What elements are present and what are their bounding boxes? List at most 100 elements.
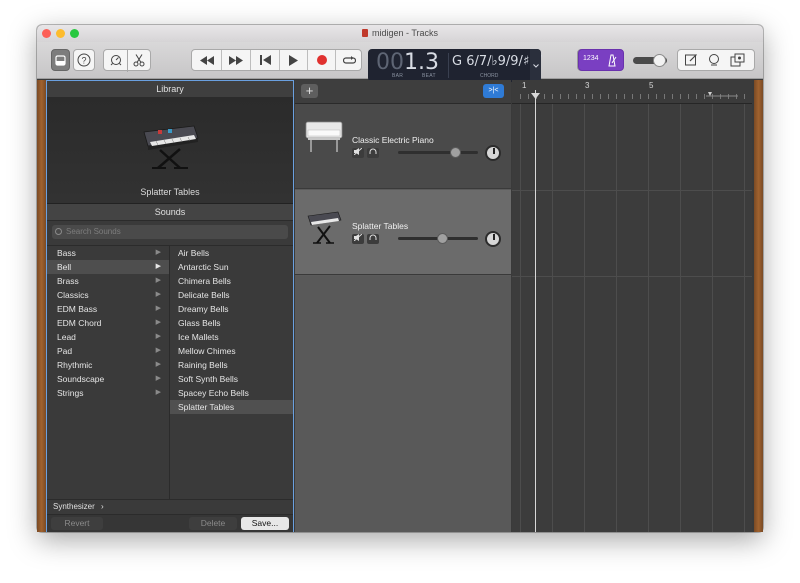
solo-button[interactable] <box>367 148 379 158</box>
chevron-right-icon: › <box>101 502 104 511</box>
editors-button[interactable] <box>132 53 146 70</box>
revert-button[interactable]: Revert <box>51 517 103 530</box>
ruler-tick <box>560 94 561 99</box>
cycle-button[interactable] <box>335 50 362 70</box>
rewind-button[interactable] <box>192 50 221 70</box>
master-volume-slider[interactable] <box>633 54 667 67</box>
library-button[interactable] <box>51 49 70 71</box>
volume-slider-knob[interactable] <box>450 147 462 158</box>
track-header-selected[interactable]: Splatter Tables <box>295 190 511 275</box>
chevron-right-icon: ▶ <box>155 249 161 256</box>
patch-item[interactable]: Splatter Tables <box>170 400 293 414</box>
go-to-beginning-button[interactable] <box>250 50 279 70</box>
category-label: Soundscape <box>57 374 105 384</box>
patch-item[interactable]: Mellow Chimes <box>170 344 293 358</box>
chevron-right-icon: ▶ <box>155 291 161 298</box>
lcd-bar-beat: 1.3 <box>404 50 439 75</box>
track-header[interactable]: Classic Electric Piano <box>295 104 511 189</box>
master-volume-knob[interactable] <box>653 54 666 67</box>
synthesizer-link[interactable]: Synthesizer › <box>47 499 293 513</box>
sound-category-item[interactable]: Rhythmic ▶ <box>47 358 169 372</box>
volume-slider-knob[interactable] <box>436 233 448 244</box>
sound-category-item[interactable]: Classics ▶ <box>47 288 169 302</box>
sound-category-item[interactable]: Bass ▶ <box>47 246 169 260</box>
patch-item[interactable]: Antarctic Sun <box>170 260 293 274</box>
category-label: EDM Bass <box>57 304 98 314</box>
search-sounds-input[interactable]: Search Sounds <box>52 225 288 239</box>
record-button[interactable] <box>307 50 335 70</box>
bar-number: 1 <box>522 81 527 90</box>
fast-forward-icon <box>229 55 243 65</box>
patch-item[interactable]: Chimera Bells <box>170 274 293 288</box>
sound-category-item[interactable]: EDM Bass ▶ <box>47 302 169 316</box>
delete-button[interactable]: Delete <box>189 517 237 530</box>
sound-category-item[interactable]: Strings ▶ <box>47 386 169 400</box>
ruler-tick <box>544 94 545 99</box>
lcd-bar-padding: 00 <box>376 50 404 75</box>
media-browser-button[interactable] <box>730 53 745 70</box>
category-label: Brass <box>57 276 79 286</box>
help-button[interactable]: ? <box>73 49 95 71</box>
play-button[interactable] <box>279 50 307 70</box>
sound-category-item[interactable]: Brass ▶ <box>47 274 169 288</box>
fast-forward-button[interactable] <box>221 50 250 70</box>
playhead[interactable] <box>535 90 536 532</box>
track-pan-knob[interactable] <box>485 231 501 247</box>
ruler-tick <box>656 94 657 99</box>
note-pad-button[interactable] <box>684 53 698 70</box>
lcd-display[interactable]: 001.3 BAR BEAT G 6/7/♭9/9/♯9/ CHORD <box>368 49 542 82</box>
close-window-button[interactable] <box>42 29 51 38</box>
track-pan-knob[interactable] <box>485 145 501 161</box>
mute-button[interactable] <box>352 147 364 158</box>
sound-category-item[interactable]: Lead ▶ <box>47 330 169 344</box>
patch-item[interactable]: Spacey Echo Bells <box>170 386 293 400</box>
lcd-beat-label: BEAT <box>422 73 436 79</box>
grid-line <box>616 104 617 532</box>
ruler-tick <box>632 94 633 99</box>
sounds-header: Sounds <box>47 204 293 221</box>
patch-item[interactable]: Glass Bells <box>170 316 293 330</box>
catch-playhead-button[interactable]: >|< <box>483 84 504 98</box>
patch-item[interactable]: Dreamy Bells <box>170 302 293 316</box>
patch-item[interactable]: Raining Bells <box>170 358 293 372</box>
window-title: midigen - Tracks <box>371 28 439 38</box>
sound-category-item[interactable]: Bell ▶ <box>47 260 169 274</box>
track-volume-slider[interactable] <box>398 233 478 244</box>
patch-item[interactable]: Air Bells <box>170 246 293 260</box>
zoom-window-button[interactable] <box>70 29 79 38</box>
chevron-right-icon: ▶ <box>155 333 161 340</box>
lcd-chord-label: CHORD <box>480 73 499 79</box>
patch-item[interactable]: Ice Mallets <box>170 330 293 344</box>
zoom-slider[interactable] <box>704 91 740 99</box>
patch-preview: Splatter Tables <box>47 98 293 204</box>
lcd-bar-label: BAR <box>392 73 404 79</box>
lcd-mode-button[interactable] <box>530 49 541 82</box>
window-controls <box>42 29 79 38</box>
lcd-divider <box>448 53 449 78</box>
track-name: Splatter Tables <box>352 221 409 231</box>
solo-button[interactable] <box>367 234 379 244</box>
library-panel: Library Splatter Tables Sounds Search So… <box>46 80 294 532</box>
tracks-timeline: 1 3 5 <box>512 80 752 532</box>
track-volume-slider[interactable] <box>398 147 478 158</box>
mute-button[interactable] <box>352 233 364 244</box>
metronome-icon[interactable] <box>606 54 618 67</box>
add-track-button[interactable]: + <box>301 84 318 98</box>
arrange-grid[interactable] <box>512 104 752 532</box>
question-mark-icon: ? <box>77 53 91 67</box>
sound-category-item[interactable]: Pad ▶ <box>47 344 169 358</box>
minimize-window-button[interactable] <box>56 29 65 38</box>
sound-category-item[interactable]: EDM Chord ▶ <box>47 316 169 330</box>
loop-browser-button[interactable] <box>707 53 721 70</box>
count-in-button[interactable]: 1234 <box>583 55 599 62</box>
sound-category-item[interactable]: Soundscape ▶ <box>47 372 169 386</box>
dial-icon <box>110 55 122 66</box>
patch-label: Antarctic Sun <box>178 262 229 272</box>
patch-label: Spacey Echo Bells <box>178 388 249 398</box>
chevron-right-icon: ▶ <box>155 319 161 326</box>
rewind-icon <box>199 55 214 65</box>
patch-item[interactable]: Soft Synth Bells <box>170 372 293 386</box>
smart-controls-button[interactable] <box>109 53 123 70</box>
save-button[interactable]: Save... <box>241 517 289 530</box>
patch-item[interactable]: Delicate Bells <box>170 288 293 302</box>
